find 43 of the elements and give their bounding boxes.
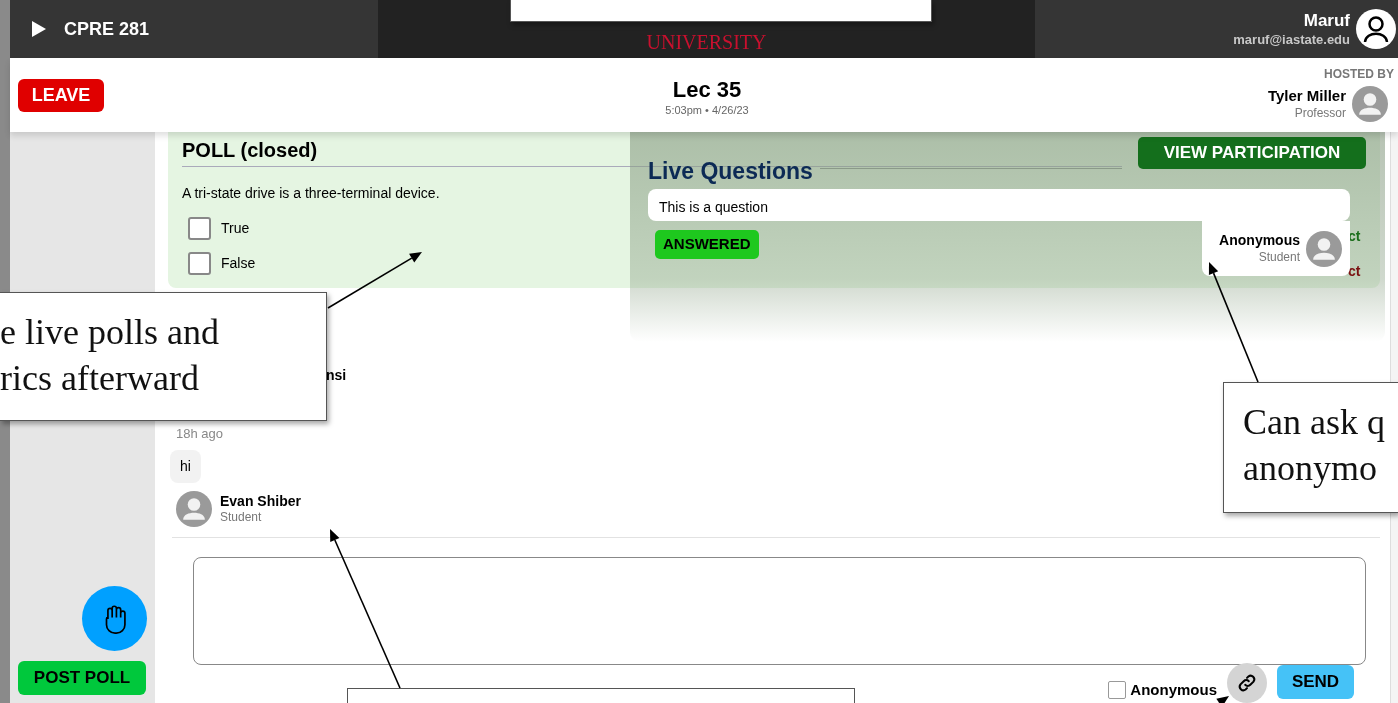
author-role: Student xyxy=(220,510,263,526)
checkbox[interactable] xyxy=(188,252,211,275)
author-name: Evan Shiber xyxy=(220,492,301,511)
checkbox[interactable] xyxy=(188,217,211,240)
hosted-by-label: HOSTED BY xyxy=(1324,66,1394,83)
result-label: ct xyxy=(1348,262,1361,281)
send-button[interactable]: SEND xyxy=(1277,664,1354,699)
poll-title: POLL (closed) xyxy=(182,140,318,160)
avatar-icon xyxy=(1306,230,1342,267)
checkbox[interactable] xyxy=(1108,681,1127,699)
message-field[interactable] xyxy=(193,557,1366,665)
message-time: 18h ago xyxy=(176,424,223,443)
logo-text: UNIVERSITY xyxy=(646,32,767,52)
post-poll-button[interactable]: POST POLL xyxy=(18,661,146,695)
host-name: Tyler Miller xyxy=(1267,87,1346,106)
message-bubble: hi xyxy=(170,450,201,484)
avatar-icon xyxy=(1352,86,1388,122)
panel-title: Live Questions xyxy=(648,157,813,186)
avatar-icon xyxy=(176,491,212,528)
user-name: Maruf xyxy=(1303,10,1350,32)
author-role: Student xyxy=(1258,249,1300,265)
avatar-icon xyxy=(1356,9,1396,49)
lecture-title: Lec 35 xyxy=(672,76,742,104)
link-button[interactable] xyxy=(1227,663,1267,703)
question-text: This is a question xyxy=(648,189,1350,221)
option-label: True xyxy=(221,219,250,238)
author-name: nsi xyxy=(326,365,347,385)
link-icon xyxy=(1236,672,1258,694)
anonymous-label: Anonymous xyxy=(1130,679,1217,700)
poll-question: A tri-state drive is a three-terminal device. xyxy=(182,184,441,203)
status-badge: ANSWERED xyxy=(655,230,759,259)
view-participation-button[interactable]: VIEW PARTICIPATION xyxy=(1138,137,1366,169)
lecture-time: 5:03pm • 4/26/23 xyxy=(665,103,749,118)
option-label: False xyxy=(221,254,256,273)
author-name: Anonymous xyxy=(1219,232,1300,250)
course-title: CPRE 281 xyxy=(64,17,150,41)
callout-text: e live polls and rics afterward xyxy=(0,311,220,400)
leave-button[interactable]: LEAVE xyxy=(18,78,104,112)
callout-text: Can ask q anonymo xyxy=(1243,401,1386,490)
host-role: Professor xyxy=(1294,105,1346,121)
play-icon[interactable] xyxy=(32,21,46,37)
leader-arrow xyxy=(1216,696,1229,703)
user-email: maruf@iastate.edu xyxy=(1233,31,1350,48)
